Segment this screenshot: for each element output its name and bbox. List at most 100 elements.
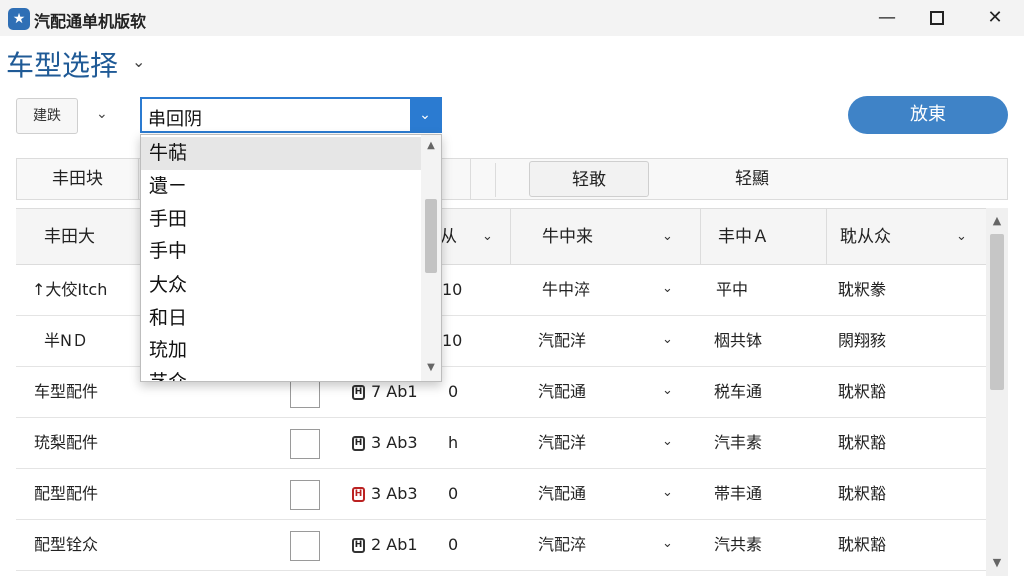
code-icon: H xyxy=(352,436,365,451)
dropdown-option[interactable]: 珫加 xyxy=(141,334,421,367)
dropdown-option[interactable]: 遺ㄧ xyxy=(141,170,421,203)
toolbar-tab-1[interactable]: 丰田块 xyxy=(17,159,139,199)
scroll-down-icon[interactable]: ▼ xyxy=(986,556,1008,570)
cell-code: H 2 Ab1 xyxy=(352,520,418,570)
scroll-up-icon[interactable]: ▲ xyxy=(421,139,441,153)
table-row[interactable]: 配型配件 H 3 Ab3 0 汽配通 ⌄ 帯丰通 耽粎豁 xyxy=(16,469,986,520)
brand-combobox[interactable]: 串回阴 ⌄ xyxy=(140,97,442,133)
scroll-down-icon[interactable]: ▼ xyxy=(421,361,441,375)
row-checkbox[interactable] xyxy=(290,531,320,561)
column-header-name[interactable]: 丰田大 xyxy=(44,209,95,265)
scrollbar-thumb[interactable] xyxy=(425,199,437,273)
cell-value: 0 xyxy=(448,535,459,554)
column-divider xyxy=(510,209,511,265)
cell-code: H 3 Ab3 xyxy=(352,418,418,468)
cell-location: 栶共钵 xyxy=(714,331,763,350)
chevron-down-icon[interactable]: ⌄ xyxy=(662,229,673,244)
cell-code-text: 7 Ab1 xyxy=(371,382,418,401)
cell-status: 閖翔豥 xyxy=(838,331,887,350)
chevron-down-icon[interactable]: ⌄ xyxy=(96,106,108,122)
cell-supplier: 牛中淬 xyxy=(542,280,591,299)
chevron-down-icon[interactable]: ⌄ xyxy=(662,536,673,551)
primary-action-button[interactable]: 放東 xyxy=(848,96,1008,134)
table-row[interactable]: 珫梨配件 H 3 Ab3 h 汽配洋 ⌄ 汽丰素 耽粎豁 xyxy=(16,418,986,469)
divider xyxy=(495,163,496,197)
cell-value: 10 xyxy=(442,280,463,299)
scrollbar-thumb[interactable] xyxy=(990,234,1004,390)
code-icon: H xyxy=(352,538,365,553)
chevron-down-icon[interactable]: ⌄ xyxy=(662,485,673,500)
cell-name: 珫梨配件 xyxy=(34,433,99,452)
brand-dropdown-list: 牛萜 遺ㄧ 手田 手中 大众 和日 珫加 艺众 ▲ ▼ xyxy=(140,134,442,382)
cell-supplier: 汽配洋 xyxy=(538,331,587,350)
dropdown-option[interactable]: 手中 xyxy=(141,235,421,268)
cell-value: 0 xyxy=(448,484,459,503)
toolbar-tab-3[interactable]: 轻顯 xyxy=(677,159,827,199)
cell-name: 配型配件 xyxy=(34,484,99,503)
scroll-up-icon[interactable]: ▲ xyxy=(986,214,1008,228)
cell-status: 耽粎豢 xyxy=(838,280,887,299)
cell-status: 耽粎豁 xyxy=(838,433,887,452)
page-title: 车型选择 xyxy=(6,49,119,82)
cell-location: 汽共素 xyxy=(714,535,763,554)
column-header-value[interactable]: 从 xyxy=(440,209,457,265)
cell-code-text: 2 Ab1 xyxy=(371,535,418,554)
dropdown-option[interactable]: 艺众 xyxy=(141,366,421,381)
chevron-down-icon[interactable]: ⌄ xyxy=(410,99,440,131)
chevron-down-icon[interactable]: ⌄ xyxy=(662,383,673,398)
chevron-down-icon[interactable]: ⌄ xyxy=(482,229,493,244)
row-checkbox[interactable] xyxy=(290,429,320,459)
column-divider xyxy=(700,209,701,265)
maximize-button[interactable] xyxy=(912,0,962,36)
cell-supplier: 汽配淬 xyxy=(538,535,587,554)
cell-code: H 3 Ab3 xyxy=(352,469,418,519)
chevron-down-icon[interactable]: ⌄ xyxy=(956,229,967,244)
title-bar: ★ 汽配通单机版软 — ✕ xyxy=(0,0,1024,36)
row-checkbox[interactable] xyxy=(290,378,320,408)
cell-status: 耽粎豁 xyxy=(838,382,887,401)
code-icon: H xyxy=(352,385,365,400)
dropdown-option[interactable]: 大众 xyxy=(141,269,421,302)
cell-status: 耽粎豁 xyxy=(838,535,887,554)
cell-location: 税车通 xyxy=(714,382,763,401)
close-button[interactable]: ✕ xyxy=(970,0,1020,36)
cell-code-text: 3 Ab3 xyxy=(371,433,418,452)
cell-code-text: 3 Ab3 xyxy=(371,484,418,503)
cell-name: ↑大佼Itch xyxy=(32,280,108,299)
cell-status: 耽粎豁 xyxy=(838,484,887,503)
dropdown-scrollbar[interactable]: ▲ ▼ xyxy=(421,135,441,381)
column-header-supplier[interactable]: 牛中来 xyxy=(542,209,593,265)
cell-location: 平中 xyxy=(716,280,749,299)
combobox-value: 串回阴 xyxy=(148,109,202,130)
cell-supplier: 汽配洋 xyxy=(538,433,587,452)
minimize-button[interactable]: — xyxy=(862,0,912,36)
dropdown-option[interactable]: 手田 xyxy=(141,203,421,236)
column-header-status[interactable]: 耽从众 xyxy=(840,209,891,265)
dropdown-option[interactable]: 和日 xyxy=(141,302,421,335)
cell-value: 10 xyxy=(442,331,463,350)
column-header-location[interactable]: 丰中Ａ xyxy=(718,209,769,265)
app-logo-icon: ★ xyxy=(8,8,30,30)
chevron-down-icon[interactable]: ⌄ xyxy=(662,332,673,347)
toolbar-button[interactable]: 轻敢 xyxy=(529,161,649,197)
cell-name: 配型铨众 xyxy=(34,535,99,554)
chevron-down-icon[interactable]: ⌄ xyxy=(662,281,673,296)
filter-button[interactable]: 建跌 xyxy=(16,98,78,134)
code-icon: H xyxy=(352,487,365,502)
cell-supplier: 汽配通 xyxy=(538,484,587,503)
table-row[interactable]: 配型铨众 H 2 Ab1 0 汽配淬 ⌄ 汽共素 耽粎豁 xyxy=(16,520,986,571)
maximize-icon xyxy=(930,11,944,25)
table-scrollbar[interactable]: ▲ ▼ xyxy=(986,208,1008,576)
row-checkbox[interactable] xyxy=(290,480,320,510)
cell-value: 0 xyxy=(448,382,459,401)
chevron-down-icon[interactable]: ⌄ xyxy=(132,52,145,71)
cell-name: 半NＤ xyxy=(44,331,88,350)
dropdown-option[interactable]: 牛萜 xyxy=(141,137,421,170)
column-divider xyxy=(826,209,827,265)
window-title: 汽配通单机版软 xyxy=(34,12,147,31)
cell-supplier: 汽配通 xyxy=(538,382,587,401)
cell-location: 帯丰通 xyxy=(714,484,763,503)
cell-value: h xyxy=(448,433,459,452)
cell-location: 汽丰素 xyxy=(714,433,763,452)
chevron-down-icon[interactable]: ⌄ xyxy=(662,434,673,449)
